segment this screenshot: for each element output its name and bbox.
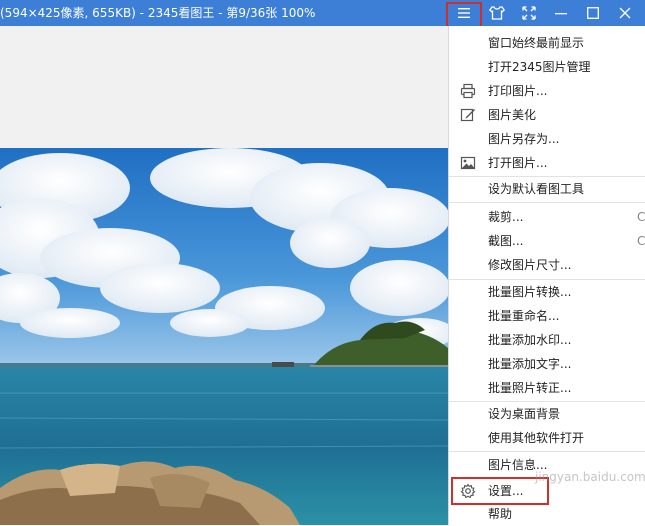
menu-item-set-wallpaper[interactable]: 设为桌面背景 [449, 402, 645, 426]
menu-item-resize[interactable]: 修改图片尺寸... [449, 253, 645, 277]
menu-item-batch-rename[interactable]: 批量重命名... [449, 304, 645, 328]
watermark-text: jingyan.baidu.com [535, 470, 645, 484]
context-menu: 窗口始终最前显示 打开2345图片管理 打印图片... 图片美化 图片另存为..… [448, 26, 645, 525]
menu-item-label: 批量添加水印... [488, 333, 572, 347]
menu-item-label: 打开图片... [488, 156, 548, 170]
maximize-icon [587, 7, 599, 19]
maximize-button[interactable] [577, 0, 609, 26]
menu-item-label: 截图... [488, 234, 524, 248]
menu-item-batch-convert[interactable]: 批量图片转换... [449, 280, 645, 304]
menu-item-label: 批量添加文字... [488, 357, 572, 371]
printer-icon [460, 83, 476, 99]
menu-item-label: 图片另存为... [488, 132, 560, 146]
menu-button-highlight [446, 2, 482, 28]
menu-item-screenshot[interactable]: 截图... Ct [449, 229, 645, 253]
menu-item-help[interactable]: 帮助 [449, 502, 645, 526]
menu-item-label: 设为桌面背景 [488, 407, 561, 421]
title-bar: (594×425像素, 655KB) - 2345看图王 - 第9/36张 10… [0, 0, 645, 26]
menu-item-label: 图片美化 [488, 108, 537, 122]
menu-item-print[interactable]: 打印图片... [449, 79, 645, 103]
skin-icon [489, 6, 505, 20]
menu-item-label: 裁剪... [488, 210, 524, 224]
menu-item-save-as[interactable]: 图片另存为... [449, 127, 645, 151]
menu-item-batch-rotate[interactable]: 批量照片转正... [449, 376, 645, 400]
minimize-button[interactable] [545, 0, 577, 26]
menu-item-open-image-manager[interactable]: 打开2345图片管理 [449, 55, 645, 79]
menu-item-shortcut: Ct [637, 210, 645, 224]
displayed-photo[interactable] [0, 148, 448, 525]
menu-separator [449, 451, 645, 452]
menu-item-label: 设为默认看图工具 [488, 182, 585, 196]
menu-item-label: 批量图片转换... [488, 285, 572, 299]
menu-item-open-image[interactable]: 打开图片... [449, 151, 645, 175]
menu-item-open-with[interactable]: 使用其他软件打开 [449, 426, 645, 450]
menu-item-beautify[interactable]: 图片美化 [449, 103, 645, 127]
skin-button[interactable] [481, 0, 513, 26]
menu-item-batch-add-text[interactable]: 批量添加文字... [449, 352, 645, 376]
menu-item-label: 打开2345图片管理 [488, 60, 591, 74]
menu-item-crop[interactable]: 裁剪... Ct [449, 205, 645, 229]
menu-item-label: 修改图片尺寸... [488, 258, 572, 272]
viewer-background [0, 26, 448, 148]
minimize-icon [555, 13, 567, 15]
menu-item-set-default[interactable]: 设为默认看图工具 [449, 177, 645, 201]
menu-item-batch-watermark[interactable]: 批量添加水印... [449, 328, 645, 352]
menu-item-label: 使用其他软件打开 [488, 431, 585, 445]
menu-item-label: 窗口始终最前显示 [488, 36, 585, 50]
fullscreen-button[interactable] [513, 0, 545, 26]
menu-item-label: 打印图片... [488, 84, 548, 98]
close-icon [619, 7, 631, 19]
menu-item-shortcut: Ct [637, 234, 645, 248]
window-title: (594×425像素, 655KB) - 2345看图王 - 第9/36张 10… [0, 6, 316, 20]
image-icon [460, 156, 476, 170]
menu-item-label: 批量重命名... [488, 309, 560, 323]
seascape-image [0, 148, 448, 525]
edit-icon [460, 108, 475, 122]
menu-item-label: 批量照片转正... [488, 381, 572, 395]
fullscreen-icon [522, 6, 536, 20]
close-button[interactable] [609, 0, 641, 26]
menu-item-label: 帮助 [488, 507, 513, 521]
menu-separator [449, 202, 645, 203]
menu-item-always-on-top[interactable]: 窗口始终最前显示 [449, 31, 645, 55]
